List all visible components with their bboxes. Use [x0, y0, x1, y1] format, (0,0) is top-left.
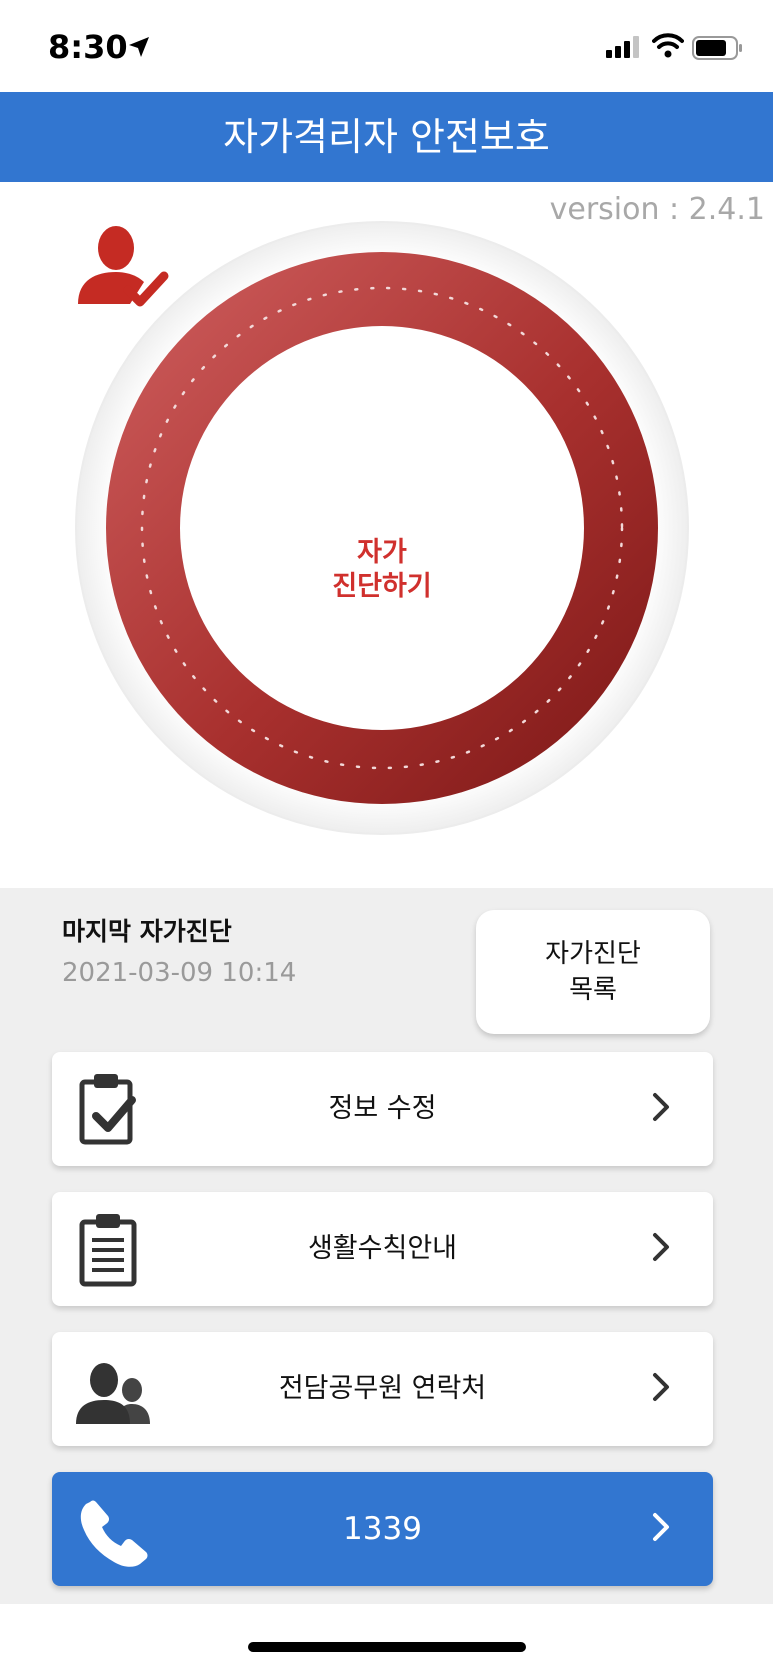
location-arrow-icon [129, 37, 149, 57]
living-rules-label: 생활수칙안내 [307, 1233, 458, 1264]
battery-icon [692, 36, 742, 60]
clipboard-check-icon [79, 1074, 136, 1145]
status-time: 8:30 [48, 28, 128, 66]
chevron-right-icon [653, 1513, 669, 1541]
officer-contact-label: 전담공무원 연락처 [278, 1373, 487, 1404]
wifi-icon [652, 33, 684, 58]
self-diagnosis-label: 자가 진단하기 [182, 536, 582, 604]
self-diagnosis-label-line1: 자가 [357, 537, 407, 568]
diagnosis-list-label-line2: 목록 [569, 975, 617, 1005]
people-icon [76, 1363, 150, 1424]
call-1339-button[interactable]: 1339 [52, 1472, 713, 1586]
edit-info-button[interactable]: 정보 수정 [52, 1052, 713, 1166]
chevron-right-icon [653, 1093, 669, 1121]
clipboard-list-icon [79, 1214, 137, 1287]
chevron-right-icon [653, 1373, 669, 1401]
self-diagnosis-label-line2: 진단하기 [332, 571, 432, 602]
chevron-right-icon [653, 1233, 669, 1261]
app-screen: 8:30 자가격리자 안전보호 version : 2.4.1 자가 진단하기 … [0, 0, 773, 1674]
call-1339-label: 1339 [343, 1511, 422, 1547]
phone-icon [80, 1500, 148, 1567]
home-indicator[interactable] [248, 1642, 526, 1652]
diagnosis-list-button[interactable]: 자가진단 목록 [476, 910, 710, 1034]
self-diagnosis-button[interactable]: 자가 진단하기 [72, 218, 692, 838]
bottom-panel: 마지막 자가진단 2021-03-09 10:14 자가진단 목록 정보 수정 [0, 888, 773, 1604]
status-bar: 8:30 [0, 0, 773, 92]
edit-info-label: 정보 수정 [328, 1093, 437, 1124]
user-check-icon [78, 226, 169, 307]
officer-contact-button[interactable]: 전담공무원 연락처 [52, 1332, 713, 1446]
app-header: 자가격리자 안전보호 [0, 92, 773, 182]
last-diagnosis-date: 2021-03-09 10:14 [62, 958, 297, 988]
last-diagnosis-title: 마지막 자가진단 [62, 917, 232, 946]
signal-icon [606, 36, 639, 58]
living-rules-button[interactable]: 생활수칙안내 [52, 1192, 713, 1306]
diagnosis-list-label-line1: 자가진단 [545, 939, 641, 969]
